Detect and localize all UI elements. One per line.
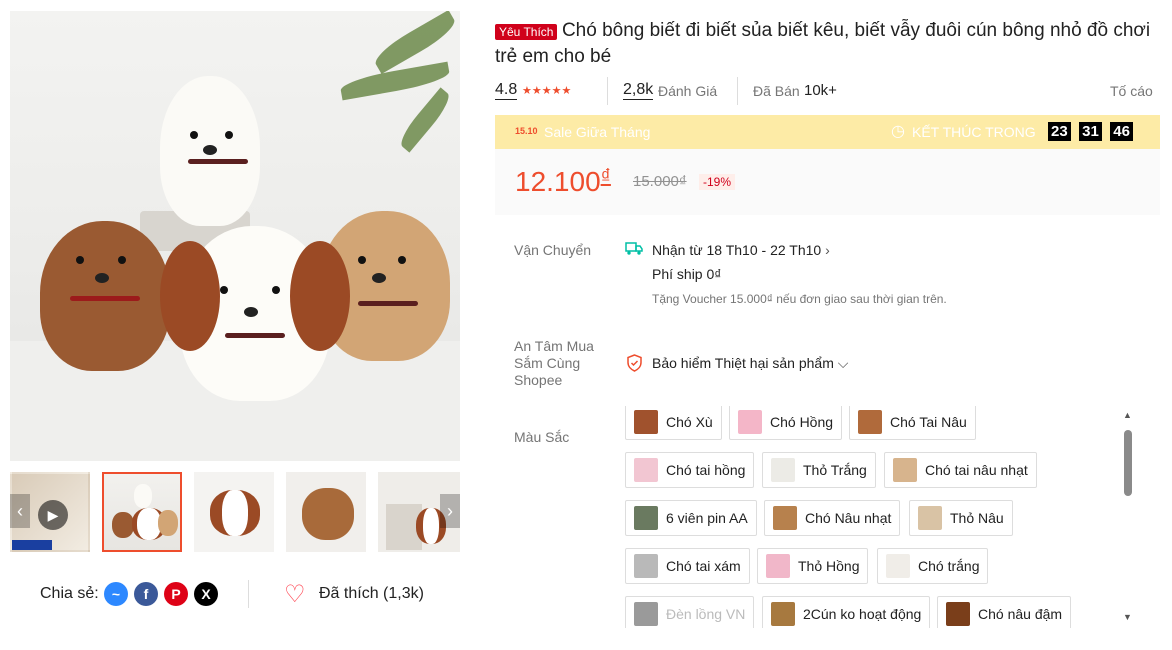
sale-name: Sale Giữa Tháng <box>544 124 651 140</box>
favorite-badge: Yêu Thích <box>495 24 558 40</box>
guarantee-dropdown[interactable]: Bảo hiểm Thiệt hại sản phẩm ⌵ <box>652 355 848 372</box>
variant-option[interactable]: 2Cún ko hoạt động <box>762 596 931 628</box>
price-section: 12.100₫ 15.000₫ -19% <box>495 149 1160 215</box>
review-label: Đánh Giá <box>658 83 718 99</box>
shipping-fee: Phí ship 0₫ <box>652 266 722 282</box>
thumbnail-brown-white-dog[interactable] <box>194 472 274 552</box>
countdown-hours: 23 <box>1048 122 1071 141</box>
sale-ends-label: KẾT THÚC TRONG <box>912 124 1036 140</box>
flash-sale-bar: 15.10 Sale Giữa Tháng ◷ KẾT THÚC TRONG 2… <box>495 115 1160 149</box>
report-link[interactable]: Tố cáo <box>1110 83 1153 99</box>
variant-option[interactable]: Chó trắng <box>877 548 989 584</box>
scroll-down-icon[interactable]: ▼ <box>1123 612 1132 622</box>
product-main-image[interactable] <box>10 11 460 461</box>
variant-swatch <box>634 458 658 482</box>
rating-value[interactable]: 4.8 <box>495 81 518 100</box>
variant-list: Chó Xù Chó Hồng Chó Tai Nâu Chó tai hồng… <box>620 406 1120 628</box>
thumbnail-prev-button[interactable]: ‹ <box>10 494 30 528</box>
thumbnail-curly-dog[interactable] <box>286 472 366 552</box>
heart-icon[interactable]: ♡ <box>284 580 306 609</box>
truck-icon <box>625 240 643 258</box>
variant-option[interactable]: Chó Hồng <box>729 406 843 440</box>
x-icon[interactable]: X <box>194 582 218 606</box>
chevron-right-icon: › <box>447 501 453 521</box>
current-price: 12.100₫ <box>515 166 611 197</box>
variant-scrollbar[interactable]: ▲ ▼ <box>1121 410 1135 626</box>
delivery-estimate[interactable]: Nhận từ 18 Th10 - 22 Th10 › <box>652 242 830 258</box>
variant-option[interactable]: Chó Tai Nâu <box>849 406 976 440</box>
shipping-voucher-note: Tặng Voucher 15.000₫ nếu đơn giao sau th… <box>652 292 947 306</box>
variant-swatch <box>893 458 917 482</box>
chevron-down-icon: ⌵ <box>837 355 849 371</box>
variant-swatch <box>886 554 910 578</box>
chevron-left-icon: ‹ <box>17 501 23 521</box>
sold-count: 10k+ <box>804 82 837 99</box>
review-count[interactable]: 2,8k <box>623 81 654 100</box>
variant-swatch <box>634 602 658 626</box>
chevron-right-icon: › <box>825 242 830 258</box>
shield-icon <box>626 354 644 372</box>
variant-swatch <box>634 410 658 434</box>
thumbnail-dogs-group[interactable] <box>102 472 182 552</box>
variant-swatch <box>946 602 970 626</box>
variant-swatch <box>918 506 942 530</box>
variant-option[interactable]: Thỏ Nâu <box>909 500 1013 536</box>
variant-option[interactable]: Chó Nâu nhạt <box>764 500 901 536</box>
variant-swatch <box>771 602 795 626</box>
shipping-label: Vận Chuyển <box>514 242 592 258</box>
product-title: Chó bông biết đi biết sủa biết kêu, biết… <box>495 20 1151 67</box>
variant-option[interactable]: Chó tai nâu nhạt <box>884 452 1037 488</box>
sold-label: Đã Bán <box>753 83 800 99</box>
variant-option[interactable]: 6 viên pin AA <box>625 500 757 536</box>
scroll-up-icon[interactable]: ▲ <box>1123 410 1132 420</box>
variant-swatch <box>766 554 790 578</box>
variant-option[interactable]: Thỏ Hồng <box>757 548 869 584</box>
messenger-icon[interactable]: ~ <box>104 582 128 606</box>
discount-badge: -19% <box>699 174 736 190</box>
sale-tag: 15.10 <box>515 126 538 136</box>
original-price: 15.000₫ <box>633 173 687 190</box>
product-title-block: Yêu Thích Chó bông biết đi biết sủa biết… <box>495 18 1155 70</box>
variant-swatch <box>634 506 658 530</box>
variant-option[interactable]: Chó tai hồng <box>625 452 755 488</box>
variant-option[interactable]: Chó Xù <box>625 406 722 440</box>
play-icon: ▶ <box>38 500 68 530</box>
variant-swatch <box>738 410 762 434</box>
like-count: Đã thích (1,3k) <box>319 585 424 602</box>
countdown-seconds: 46 <box>1110 122 1133 141</box>
variant-swatch <box>773 506 797 530</box>
pinterest-icon[interactable]: P <box>164 582 188 606</box>
scrollbar-thumb[interactable] <box>1124 430 1132 496</box>
variant-label: Màu Sắc <box>514 429 570 445</box>
rating-stars-icon: ★★★★★ <box>522 85 572 97</box>
clock-icon: ◷ <box>891 123 905 140</box>
variant-swatch <box>771 458 795 482</box>
variant-option[interactable]: Chó tai xám <box>625 548 750 584</box>
share-label: Chia sẻ: <box>40 585 99 602</box>
guarantee-label: An Tâm Mua Sắm Cùng Shopee <box>514 338 594 388</box>
variant-swatch <box>634 554 658 578</box>
variant-option[interactable]: Chó nâu đậm <box>937 596 1072 628</box>
variant-swatch <box>858 410 882 434</box>
variant-option[interactable]: Thỏ Trắng <box>762 452 876 488</box>
facebook-icon[interactable]: f <box>134 582 158 606</box>
variant-option[interactable]: Đèn lồng VN <box>625 596 755 628</box>
thumbnail-next-button[interactable]: › <box>440 494 460 528</box>
countdown-minutes: 31 <box>1079 122 1102 141</box>
